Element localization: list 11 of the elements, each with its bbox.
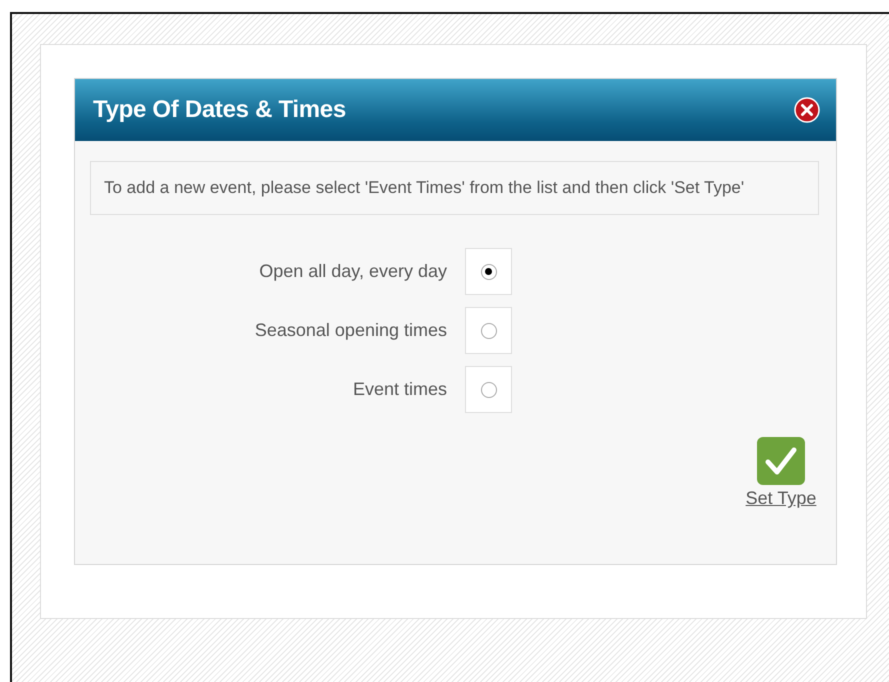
checkmark-icon[interactable] xyxy=(757,437,805,486)
set-type-link[interactable]: Set Type xyxy=(746,485,816,512)
radio-button[interactable] xyxy=(480,382,496,398)
option-label: Open all day, every day xyxy=(259,260,447,284)
option-label: Seasonal opening times xyxy=(254,319,447,342)
info-message: To add a new event, please select 'Event Times' from the list and then click 'Set Type' xyxy=(90,161,819,216)
dialog-title: Type Of Dates & Times xyxy=(93,96,346,124)
radio-button[interactable] xyxy=(480,322,496,339)
close-icon[interactable] xyxy=(794,97,820,123)
radio-button[interactable] xyxy=(480,264,496,280)
option-label: Event times xyxy=(352,378,447,402)
